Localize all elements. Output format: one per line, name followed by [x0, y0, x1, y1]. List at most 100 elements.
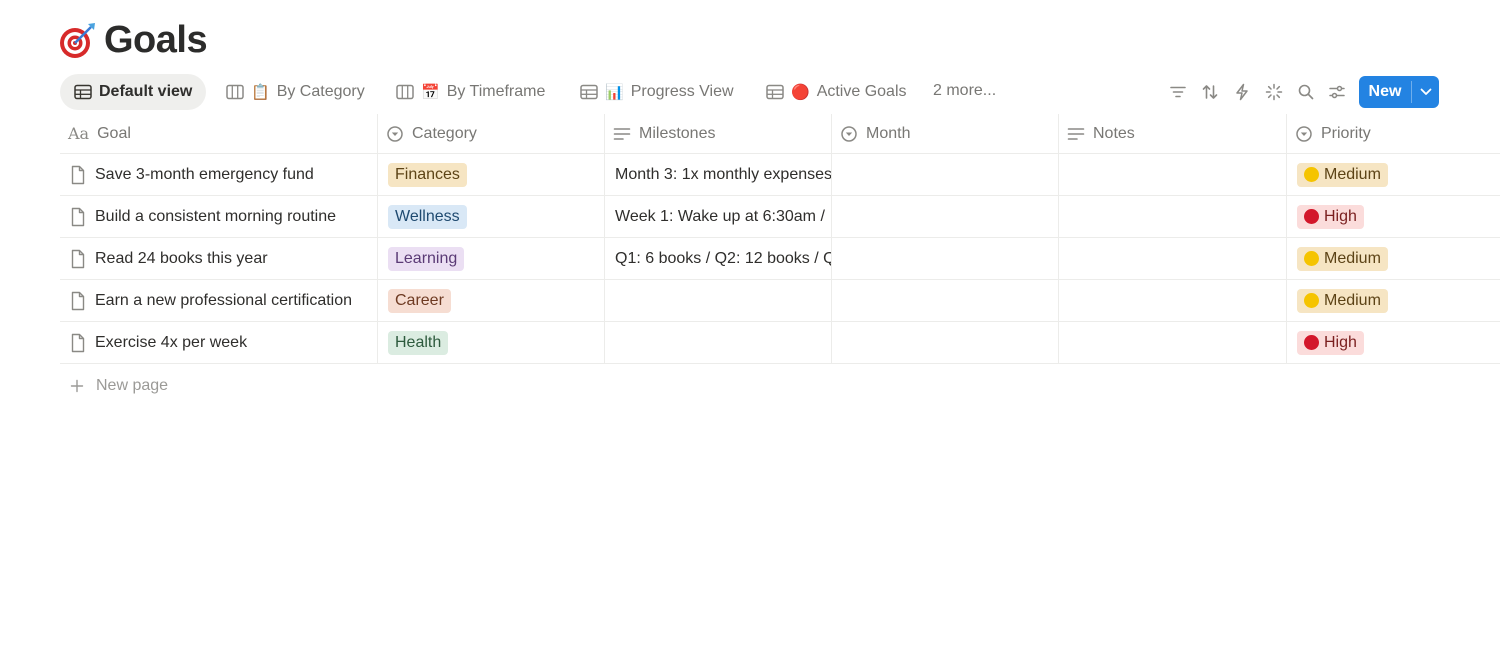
cell-notes[interactable]: [1059, 154, 1287, 195]
table-row[interactable]: Build a consistent morning routine Wellne…: [60, 196, 1500, 238]
cell-category[interactable]: Wellness: [378, 196, 605, 237]
priority-label: High: [1324, 207, 1357, 225]
cell-priority[interactable]: High: [1287, 196, 1500, 237]
new-button-label[interactable]: New: [1359, 76, 1411, 108]
new-page-label: New page: [96, 377, 169, 394]
page-icon: [71, 165, 85, 184]
tab-label: By Timeframe: [446, 83, 546, 100]
cell-priority[interactable]: High: [1287, 322, 1500, 363]
cell-notes[interactable]: [1059, 196, 1287, 237]
select-icon: [387, 125, 403, 142]
category-tag: Health: [388, 330, 449, 355]
milestones-text: Month 3: 1x monthly expenses: [615, 165, 832, 183]
cell-category[interactable]: Career: [378, 280, 605, 321]
priority-dot-icon: [1304, 167, 1319, 182]
column-label: Month: [866, 124, 911, 142]
column-header-goal[interactable]: Aa Goal: [60, 114, 378, 153]
column-header-category[interactable]: Category: [378, 114, 605, 153]
goal-title[interactable]: Read 24 books this year: [95, 250, 268, 268]
cell-priority[interactable]: Medium: [1287, 154, 1500, 195]
category-tag: Finances: [388, 162, 467, 187]
goal-title[interactable]: Build a consistent morning routine: [95, 208, 336, 226]
cell-category[interactable]: Learning: [378, 238, 605, 279]
priority-tag: Medium: [1297, 162, 1388, 187]
table-icon: [766, 84, 784, 100]
cell-goal[interactable]: Build a consistent morning routine: [60, 196, 378, 237]
new-page-button[interactable]: New page: [70, 374, 168, 398]
page-icon: [71, 207, 85, 226]
priority-tag: Medium: [1297, 288, 1388, 313]
priority-dot-icon: [1304, 209, 1319, 224]
cell-month[interactable]: [832, 154, 1059, 195]
cell-goal[interactable]: Read 24 books this year: [60, 238, 378, 279]
page-header: Goals: [58, 18, 208, 62]
tab-label: Progress View: [630, 83, 734, 100]
page-icon: [71, 249, 85, 268]
text-icon: [613, 127, 631, 140]
tab-default-view[interactable]: Default view: [60, 74, 207, 110]
tab-by-category[interactable]: 📋 By Category: [212, 74, 379, 110]
cell-milestones[interactable]: Week 1: Wake up at 6:30am /: [605, 196, 832, 237]
cell-milestones[interactable]: Month 3: 1x monthly expenses: [605, 154, 832, 195]
page-breadcrumb-cropped: [58, 0, 418, 2]
tab-progress-view[interactable]: 📊 Progress View: [566, 74, 748, 110]
column-header-notes[interactable]: Notes: [1059, 114, 1287, 153]
cell-goal[interactable]: Earn a new professional certification: [60, 280, 378, 321]
board-icon: [396, 84, 414, 100]
priority-label: Medium: [1324, 165, 1381, 183]
page-icon: [71, 333, 85, 352]
new-dropdown-button[interactable]: [1412, 76, 1439, 108]
new-button[interactable]: New: [1359, 76, 1439, 108]
sort-icon[interactable]: [1200, 82, 1220, 102]
goal-title[interactable]: Save 3-month emergency fund: [95, 166, 314, 184]
ai-sparkle-icon[interactable]: [1264, 82, 1284, 102]
priority-label: High: [1324, 333, 1357, 351]
milestones-text: Week 1: Wake up at 6:30am /: [615, 207, 825, 225]
column-label: Goal: [97, 124, 131, 142]
cell-month[interactable]: [832, 196, 1059, 237]
table-row[interactable]: Save 3-month emergency fund Finances Month…: [60, 154, 1500, 196]
priority-tag: Medium: [1297, 246, 1388, 271]
cell-priority[interactable]: Medium: [1287, 280, 1500, 321]
column-header-milestones[interactable]: Milestones: [605, 114, 832, 153]
column-header-priority[interactable]: Priority: [1287, 114, 1500, 153]
tab-label: Active Goals: [816, 83, 907, 100]
tab-label: Default view: [99, 83, 193, 100]
goal-title[interactable]: Earn a new professional certification: [95, 292, 352, 310]
column-header-month[interactable]: Month: [832, 114, 1059, 153]
table-row[interactable]: Exercise 4x per week Health High: [60, 322, 1500, 364]
cell-month[interactable]: [832, 280, 1059, 321]
more-views-button[interactable]: 2 more...: [933, 82, 996, 100]
goal-title[interactable]: Exercise 4x per week: [95, 334, 247, 352]
cell-milestones[interactable]: [605, 280, 832, 321]
cell-month[interactable]: [832, 238, 1059, 279]
cell-category[interactable]: Finances: [378, 154, 605, 195]
cell-goal[interactable]: Exercise 4x per week: [60, 322, 378, 363]
cell-milestones[interactable]: [605, 322, 832, 363]
tab-by-timeframe[interactable]: 📅 By Timeframe: [382, 74, 559, 110]
dart-target-icon: [60, 23, 95, 58]
cell-category[interactable]: Health: [378, 322, 605, 363]
cell-notes[interactable]: [1059, 280, 1287, 321]
cell-notes[interactable]: [1059, 238, 1287, 279]
table-row[interactable]: Read 24 books this year Learning Q1: 6 boo…: [60, 238, 1500, 280]
automation-icon[interactable]: [1232, 82, 1252, 102]
cell-notes[interactable]: [1059, 322, 1287, 363]
red-circle-icon: 🔴: [791, 83, 810, 101]
clipboard-icon: 📋: [251, 83, 270, 101]
cell-milestones[interactable]: Q1: 6 books / Q2: 12 books / Q: [605, 238, 832, 279]
cell-month[interactable]: [832, 322, 1059, 363]
cell-priority[interactable]: Medium: [1287, 238, 1500, 279]
tab-active-goals[interactable]: 🔴 Active Goals: [752, 74, 921, 110]
filter-icon[interactable]: [1168, 82, 1188, 102]
cell-goal[interactable]: Save 3-month emergency fund: [60, 154, 378, 195]
text-icon: [1067, 127, 1085, 140]
milestones-text: Q1: 6 books / Q2: 12 books / Q: [615, 249, 832, 267]
search-icon[interactable]: [1296, 82, 1316, 102]
title-icon: Aa: [68, 124, 90, 143]
views-bar: Default view 📋 By Category 📅 By Timefram…: [60, 73, 1440, 111]
settings-icon[interactable]: [1327, 82, 1347, 102]
priority-tag: High: [1297, 330, 1364, 355]
table-body: Save 3-month emergency fund Finances Month…: [60, 154, 1500, 364]
table-row[interactable]: Earn a new professional certification Car…: [60, 280, 1500, 322]
